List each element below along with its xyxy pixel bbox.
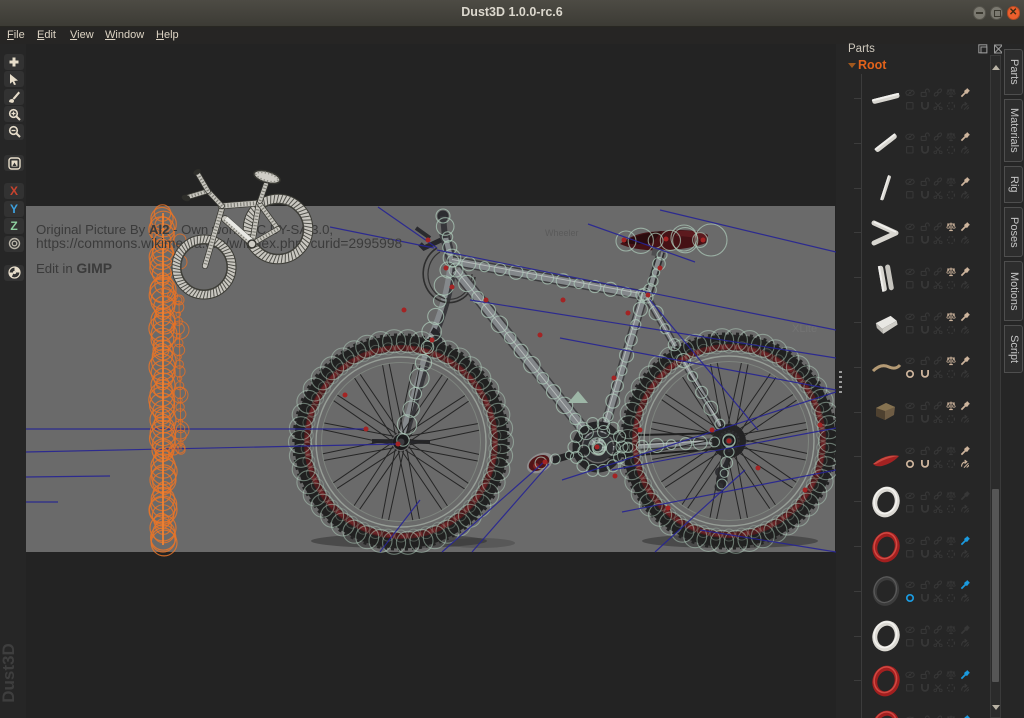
svg-text:Edit in GIMP: Edit in GIMP	[36, 260, 112, 276]
svg-text:XLite: XLite	[792, 323, 817, 335]
svg-text:Original Picture By Al2 - Own: Original Picture By Al2 - Own work, CC B…	[36, 222, 333, 237]
svg-text:Wheeler: Wheeler	[545, 228, 579, 238]
